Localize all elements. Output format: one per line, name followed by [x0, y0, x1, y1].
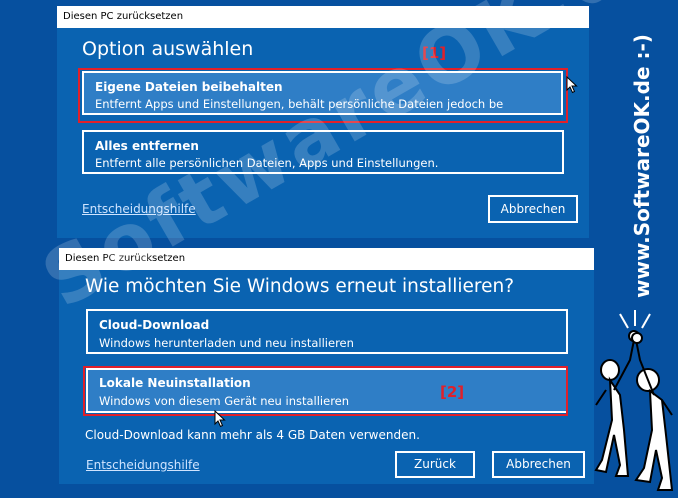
- marker-2: [2]: [440, 383, 465, 401]
- cancel-button-label: Abbrechen: [506, 457, 571, 471]
- dialog-heading: Option auswählen: [82, 38, 254, 60]
- option-title: Cloud-Download: [99, 318, 210, 332]
- cancel-button[interactable]: Abbrechen: [492, 451, 585, 478]
- highlight-box-2: [83, 366, 568, 416]
- back-button-label: Zurück: [414, 457, 456, 471]
- cartoon-figures-icon: [594, 310, 674, 491]
- help-link[interactable]: Entscheidungshilfe: [86, 458, 200, 472]
- cancel-button[interactable]: Abbrechen: [488, 195, 578, 223]
- option-subtitle: Windows herunterladen und neu installier…: [99, 336, 354, 350]
- cancel-button-label: Abbrechen: [500, 202, 566, 216]
- side-brand-text: www.SoftwareOK.de :-): [630, 34, 654, 298]
- data-usage-note: Cloud-Download kann mehr als 4 GB Daten …: [85, 428, 420, 442]
- option-cloud-download[interactable]: Cloud-Download Windows herunterladen und…: [86, 309, 568, 354]
- back-button[interactable]: Zurück: [395, 451, 475, 478]
- mouse-cursor-icon: [566, 76, 578, 94]
- option-title: Alles entfernen: [95, 139, 199, 153]
- mouse-cursor-icon: [214, 410, 226, 428]
